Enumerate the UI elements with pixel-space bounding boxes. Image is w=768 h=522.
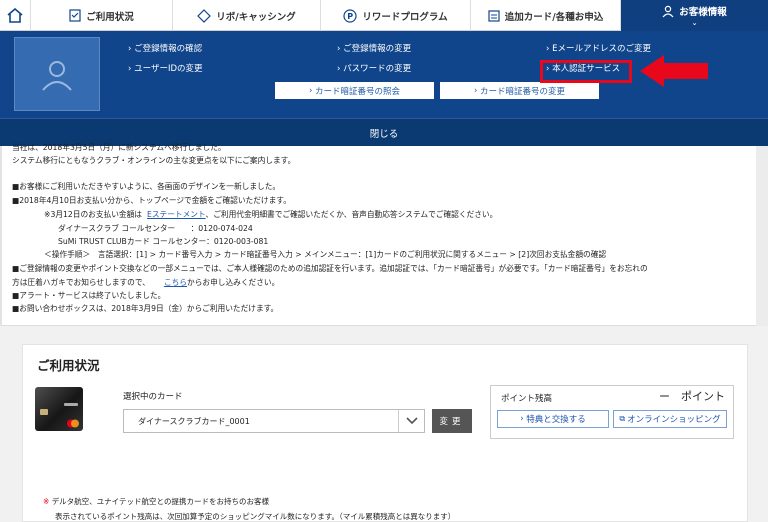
usage-status-section: ご利用状況 選択中のカード ダイナースクラブカード_0001 変更 ポイント残高… — [22, 344, 748, 522]
notice-line: ＜操作手順＞ 言語選択：[1] > カード番号入力 > カード暗証番号入力 > … — [44, 250, 607, 259]
points-box: ポイント残高 ー ポイント › 特典と交換する ⧉ オンラインショッピング — [490, 385, 734, 439]
notice-line: システム移行にともなうクラブ・オンラインの主な変更点を以下にご案内します。 — [12, 156, 296, 165]
notice-line: ダイナースクラブ コールセンター ：0120-074-024 — [58, 224, 253, 233]
change-card-button[interactable]: 変更 — [432, 409, 472, 433]
card-pin-change-button[interactable]: › カード暗証番号の変更 — [440, 82, 599, 99]
nav-label: リワードプログラム — [362, 11, 448, 23]
card-image — [35, 387, 83, 431]
avatar — [14, 37, 100, 111]
apply-here-link[interactable]: こちら — [164, 278, 187, 287]
points-icon: P — [343, 8, 357, 23]
top-navigation: ご利用状況 リボ/キャッシング P リワードプログラム 追加カード/各種お申込 … — [0, 0, 768, 31]
online-shopping-button[interactable]: ⧉ オンラインショッピング — [613, 410, 727, 428]
svg-text:P: P — [348, 12, 354, 21]
external-link-icon: ⧉ — [619, 414, 626, 423]
link-user-id-change[interactable]: › ユーザーIDの変更 — [128, 62, 203, 74]
home-button[interactable] — [0, 0, 31, 31]
notice-line: ■お問い合わせボックスは、2018年3月9日（金）からご利用いただけます。 — [12, 304, 279, 313]
notice-line: SuMi TRUST CLUBカード コールセンター：0120-003-081 — [58, 237, 269, 246]
exchange-rewards-button[interactable]: › 特典と交換する — [497, 410, 609, 428]
nav-label: ご利用状況 — [86, 11, 134, 23]
notice-line: ■2018年4月10日お支払い分から、トップページで金額をご確認いただけます。 — [12, 196, 291, 205]
notice-line: ※3月12日のお支払い金額は Eステートメント、ご利用代金明細書でご確認いただくか… — [44, 210, 498, 219]
link-password-change[interactable]: › パスワードの変更 — [337, 62, 411, 74]
person-icon — [662, 5, 674, 18]
select-card-label: 選択中のカード — [123, 392, 183, 402]
link-email-change[interactable]: › Eメールアドレスのご変更 — [546, 42, 651, 54]
highlight-box — [540, 60, 632, 83]
notice-line: 方は圧着ハガキでお知らせしますので、 こちらからお申し込みください。 — [12, 278, 280, 287]
nav-usage-status[interactable]: ご利用状況 — [31, 0, 173, 31]
section-title: ご利用状況 — [37, 358, 100, 373]
selected-card-value: ダイナースクラブカード_0001 — [138, 416, 250, 426]
user-silhouette-icon — [42, 61, 72, 91]
nav-label: 追加カード/各種お申込 — [504, 11, 604, 23]
nav-reward-program[interactable]: P リワードプログラム — [321, 0, 471, 31]
nav-customer-info[interactable]: お客様情報 ⌄ — [621, 0, 768, 31]
clipboard-icon — [488, 9, 500, 22]
nav-additional-card[interactable]: 追加カード/各種お申込 — [471, 0, 621, 31]
cycle-icon — [197, 8, 212, 23]
red-arrow-icon — [640, 55, 708, 87]
home-icon — [7, 8, 23, 23]
points-value: ー ポイント — [659, 390, 725, 403]
link-registered-info-change[interactable]: › ご登録情報の変更 — [337, 42, 411, 54]
points-label: ポイント残高 — [501, 394, 553, 404]
card-pin-check-button[interactable]: › カード暗証番号の照会 — [275, 82, 434, 99]
document-check-icon — [69, 9, 81, 22]
scrollbar[interactable] — [756, 146, 768, 326]
e-statement-link[interactable]: Eステートメント — [147, 210, 206, 219]
chevron-down-icon — [398, 410, 424, 432]
notice-line: ■お客様にご利用いただきやすいように、各画面のデザインを一新しました。 — [12, 182, 281, 191]
asterisk-mark: ※ — [43, 497, 50, 506]
points-note: 表示されているポイント残高は、次回加算予定のショッピングマイル数になります。（マ… — [55, 512, 456, 521]
nav-label: お客様情報 — [679, 7, 727, 18]
link-registered-info-check[interactable]: › ご登録情報の確認 — [128, 42, 202, 54]
nav-revolving-cashing[interactable]: リボ/キャッシング — [173, 0, 321, 31]
card-select[interactable]: ダイナースクラブカード_0001 — [123, 409, 425, 433]
notice-line: 当社は、2018年3月5日（月）に新システムへ移行しました。 — [12, 143, 226, 152]
notice-line: ■ご登録情報の変更やポイント交換などの一部メニューでは、ご本人様確認のための追加… — [12, 264, 648, 273]
delta-united-note: ※ デルタ航空、ユナイテッド航空との提携カードをお持ちのお客様 — [43, 497, 269, 506]
chevron-down-icon: ⌄ — [691, 19, 698, 27]
nav-label: リボ/キャッシング — [216, 11, 296, 23]
notice-box: 当社は、2018年3月5日（月）に新システムへ移行しました。 システム移行にとも… — [0, 143, 756, 326]
notice-line: ■アラート・サービスは終了いたしました。 — [12, 291, 166, 300]
